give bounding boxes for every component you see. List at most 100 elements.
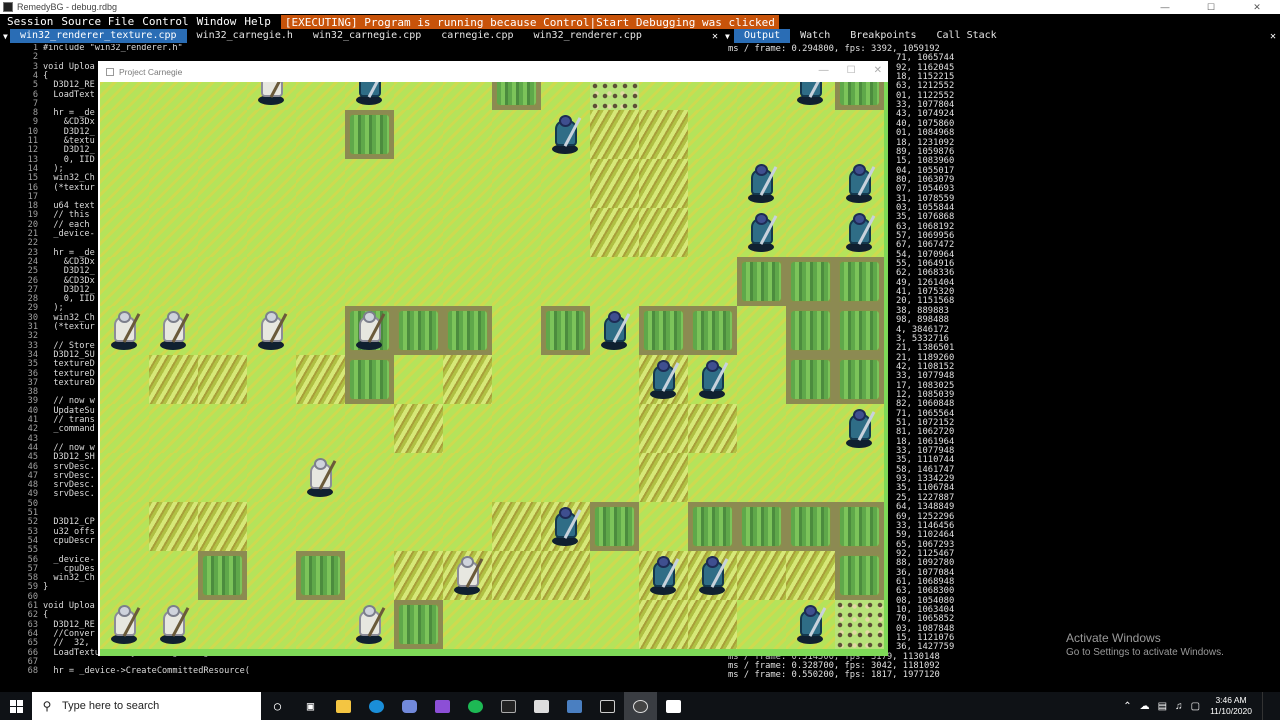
map-tile[interactable] bbox=[737, 502, 786, 551]
map-tile[interactable] bbox=[149, 551, 198, 600]
game-taskbar-icon[interactable] bbox=[657, 692, 690, 720]
map-tile[interactable] bbox=[443, 453, 492, 502]
map-tile[interactable] bbox=[590, 600, 639, 649]
tab-list-arrow-icon[interactable]: ▼ bbox=[0, 32, 10, 41]
map-tile[interactable] bbox=[590, 208, 639, 257]
map-tile[interactable] bbox=[688, 600, 737, 649]
map-tile[interactable] bbox=[786, 355, 835, 404]
map-tile[interactable] bbox=[737, 82, 786, 110]
map-tile[interactable] bbox=[835, 453, 884, 502]
map-tile[interactable] bbox=[247, 453, 296, 502]
map-tile[interactable] bbox=[541, 453, 590, 502]
file-explorer-icon[interactable] bbox=[327, 692, 360, 720]
map-tile[interactable] bbox=[492, 159, 541, 208]
knight-unit[interactable] bbox=[835, 159, 884, 208]
map-tile[interactable] bbox=[835, 110, 884, 159]
game-close-icon[interactable]: ✕ bbox=[874, 65, 882, 76]
map-tile[interactable] bbox=[443, 306, 492, 355]
tray-volume-icon[interactable]: ♫ bbox=[1171, 701, 1187, 712]
knight-unit[interactable] bbox=[688, 551, 737, 600]
map-tile[interactable] bbox=[247, 600, 296, 649]
map-tile[interactable] bbox=[394, 306, 443, 355]
map-tile[interactable] bbox=[100, 82, 149, 110]
map-tile[interactable] bbox=[590, 355, 639, 404]
map-tile[interactable] bbox=[492, 257, 541, 306]
tab-call-stack[interactable]: Call Stack bbox=[926, 29, 1006, 43]
map-tile[interactable] bbox=[443, 257, 492, 306]
map-tile[interactable] bbox=[198, 159, 247, 208]
knight-unit[interactable] bbox=[737, 159, 786, 208]
map-tile[interactable] bbox=[590, 502, 639, 551]
map-tile[interactable] bbox=[345, 453, 394, 502]
map-tile[interactable] bbox=[443, 208, 492, 257]
map-tile[interactable] bbox=[590, 82, 639, 110]
map-tile[interactable] bbox=[835, 502, 884, 551]
map-tile[interactable] bbox=[835, 306, 884, 355]
spotify-icon[interactable] bbox=[459, 692, 492, 720]
map-tile[interactable] bbox=[492, 355, 541, 404]
map-tile[interactable] bbox=[149, 82, 198, 110]
terminal-icon[interactable] bbox=[492, 692, 525, 720]
map-tile[interactable] bbox=[639, 502, 688, 551]
map-tile[interactable] bbox=[100, 159, 149, 208]
knight-unit[interactable] bbox=[590, 306, 639, 355]
close-tab-icon[interactable]: ✕ bbox=[712, 31, 718, 42]
map-tile[interactable] bbox=[541, 159, 590, 208]
archer-unit[interactable] bbox=[345, 306, 394, 355]
map-tile[interactable] bbox=[737, 355, 786, 404]
map-tile[interactable] bbox=[688, 82, 737, 110]
map-tile[interactable] bbox=[198, 355, 247, 404]
map-tile[interactable] bbox=[492, 208, 541, 257]
map-tile[interactable] bbox=[639, 110, 688, 159]
map-tile[interactable] bbox=[786, 551, 835, 600]
archer-unit[interactable] bbox=[100, 306, 149, 355]
map-tile[interactable] bbox=[394, 551, 443, 600]
map-tile[interactable] bbox=[590, 257, 639, 306]
map-tile[interactable] bbox=[688, 159, 737, 208]
map-tile[interactable] bbox=[443, 404, 492, 453]
map-tile[interactable] bbox=[149, 453, 198, 502]
minimize-icon[interactable]: — bbox=[1142, 0, 1188, 14]
map-tile[interactable] bbox=[345, 355, 394, 404]
map-tile[interactable] bbox=[149, 502, 198, 551]
map-tile[interactable] bbox=[639, 600, 688, 649]
map-tile[interactable] bbox=[737, 404, 786, 453]
taskbar-search[interactable]: ⚲ Type here to search bbox=[32, 692, 261, 720]
map-tile[interactable] bbox=[541, 404, 590, 453]
map-tile[interactable] bbox=[786, 257, 835, 306]
tray-network-icon[interactable]: ▤ bbox=[1154, 701, 1171, 712]
map-tile[interactable] bbox=[737, 453, 786, 502]
map-tile[interactable] bbox=[786, 159, 835, 208]
map-tile[interactable] bbox=[198, 257, 247, 306]
map-tile[interactable] bbox=[492, 600, 541, 649]
map-tile[interactable] bbox=[786, 502, 835, 551]
map-tile[interactable] bbox=[247, 502, 296, 551]
tray-language-icon[interactable]: ▢ bbox=[1187, 701, 1204, 712]
map-tile[interactable] bbox=[149, 404, 198, 453]
map-tile[interactable] bbox=[443, 82, 492, 110]
map-tile[interactable] bbox=[541, 600, 590, 649]
map-tile[interactable] bbox=[247, 404, 296, 453]
map-tile[interactable] bbox=[786, 110, 835, 159]
map-tile[interactable] bbox=[590, 551, 639, 600]
game-board[interactable] bbox=[100, 82, 888, 656]
map-tile[interactable] bbox=[590, 404, 639, 453]
map-tile[interactable] bbox=[149, 257, 198, 306]
discord-icon[interactable] bbox=[393, 692, 426, 720]
edge-icon[interactable] bbox=[360, 692, 393, 720]
map-tile[interactable] bbox=[737, 110, 786, 159]
map-tile[interactable] bbox=[541, 306, 590, 355]
tray-cloud-icon[interactable]: ☁ bbox=[1136, 701, 1154, 712]
visual-studio-icon[interactable] bbox=[426, 692, 459, 720]
map-tile[interactable] bbox=[541, 551, 590, 600]
map-tile[interactable] bbox=[639, 159, 688, 208]
tab-watch[interactable]: Watch bbox=[790, 29, 840, 43]
map-tile[interactable] bbox=[492, 306, 541, 355]
map-tile[interactable] bbox=[590, 453, 639, 502]
map-tile[interactable] bbox=[394, 159, 443, 208]
map-tile[interactable] bbox=[247, 257, 296, 306]
tab-win32-renderer-cpp[interactable]: win32_renderer.cpp bbox=[524, 29, 652, 43]
maximize-icon[interactable]: ☐ bbox=[1188, 0, 1234, 14]
archer-unit[interactable] bbox=[149, 600, 198, 649]
map-tile[interactable] bbox=[296, 82, 345, 110]
